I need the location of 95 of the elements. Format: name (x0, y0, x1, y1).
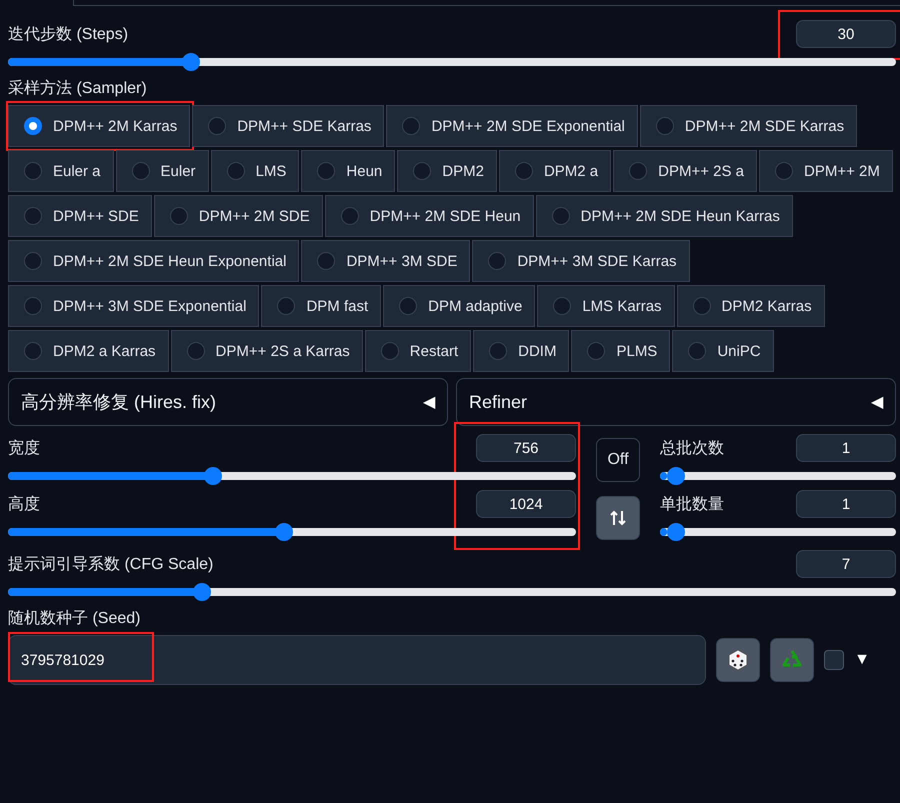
swap-icon (610, 509, 626, 527)
sampler-option[interactable]: DPM++ 2M SDE (154, 195, 323, 237)
sampler-option[interactable]: DPM2 (397, 150, 497, 192)
radio-icon (514, 162, 533, 180)
radio-icon (24, 207, 42, 225)
slider-handle[interactable] (193, 583, 212, 601)
batch-label: 总批次数 (660, 438, 724, 458)
sampler-option[interactable]: PLMS (571, 330, 670, 372)
sampler-option[interactable]: DPM2 a Karras (8, 330, 169, 372)
radio-icon (317, 162, 336, 180)
sampler-option[interactable]: DPM++ 2S a (613, 150, 758, 192)
radio-icon (24, 117, 42, 135)
radio-icon (629, 162, 648, 180)
steps-field[interactable]: 30 (796, 20, 896, 48)
off-button[interactable]: Off (596, 438, 640, 482)
extra-checkbox[interactable] (824, 650, 844, 670)
slider-handle[interactable] (666, 523, 685, 541)
swap-button[interactable] (596, 496, 640, 540)
accordion-toggle: ◀ (871, 392, 883, 412)
sampler-option[interactable]: DPM++ 2M (759, 150, 893, 192)
height-label: 高度 (8, 494, 40, 514)
radio-icon (656, 117, 674, 135)
radio-icon (208, 117, 226, 135)
radio-icon (317, 252, 336, 270)
sampler-option[interactable]: LMS (210, 150, 300, 192)
radio-icon (226, 162, 245, 180)
accordion-title: 高分辨率修复 (Hires. fix) (21, 391, 216, 414)
width-field[interactable]: 756 (476, 434, 576, 462)
random-seed-button[interactable] (716, 638, 760, 682)
width-label: 宽度 (8, 438, 40, 458)
sampler-option[interactable]: Euler a (8, 150, 114, 192)
sampler-option[interactable]: UniPC (672, 330, 774, 372)
accordion-toggle: ◀ (423, 392, 435, 412)
radio-icon (24, 297, 42, 315)
dice-icon (726, 648, 750, 672)
sampler-option[interactable]: Heun (301, 150, 396, 192)
cfg-field[interactable]: 7 (796, 550, 896, 578)
sampler-option[interactable]: DPM++ 3M SDE Karras (472, 240, 690, 282)
sampler-option[interactable]: DPM++ 2M Karras (8, 105, 190, 147)
sampler-option[interactable]: DPM++ 2M SDE Heun Exponential (8, 240, 300, 282)
height-field[interactable]: 1024 (476, 490, 576, 518)
batch-field[interactable]: 1 (796, 490, 896, 518)
sampler-option[interactable]: DPM2 a (498, 150, 612, 192)
radio-icon (413, 162, 432, 180)
sampler-option[interactable]: DPM++ 2M SDE Heun (324, 195, 534, 237)
radio-icon (488, 252, 506, 270)
slider-handle[interactable] (666, 467, 685, 485)
sampler-option[interactable]: Euler (116, 150, 209, 192)
sampler-option[interactable]: DPM++ SDE Karras (192, 105, 384, 147)
sampler-option[interactable]: DPM++ 2M SDE Heun Karras (536, 195, 793, 237)
reuse-seed-button[interactable] (770, 638, 814, 682)
radio-icon (24, 342, 42, 360)
extra-toggle[interactable]: ▼ (854, 651, 870, 669)
sampler-option[interactable]: DPM++ 2M SDE Exponential (386, 105, 638, 147)
radio-icon (186, 342, 205, 360)
accordion-title: Refiner (469, 392, 528, 412)
sampler-option[interactable]: DPM2 Karras (676, 285, 825, 327)
radio-icon (489, 342, 508, 360)
radio-icon (170, 207, 188, 225)
sampler-option[interactable]: DPM++ 2M SDE Karras (640, 105, 858, 147)
seed-field[interactable]: 3795781029 (8, 635, 706, 685)
seed-label: 随机数种子 (Seed) (8, 608, 142, 629)
radio-icon (132, 162, 150, 180)
radio-icon (24, 252, 42, 270)
radio-icon (277, 297, 296, 315)
radio-icon (553, 297, 572, 315)
sampler-option[interactable]: Restart (364, 330, 472, 372)
accordion-header[interactable]: Refiner ◀ (456, 378, 896, 426)
radio-icon (775, 162, 794, 180)
radio-icon (402, 117, 420, 135)
slider-handle[interactable] (204, 467, 222, 485)
accordion-header[interactable]: 高分辨率修复 (Hires. fix) ◀ (8, 378, 448, 426)
batch-label: 单批数量 (660, 494, 724, 514)
cfg-label: 提示词引导系数 (CFG Scale) (8, 554, 214, 574)
radio-icon (340, 207, 359, 225)
sampler-option[interactable]: DPM++ 3M SDE Exponential (8, 285, 260, 327)
sampler-option[interactable]: DPM++ 3M SDE (301, 240, 470, 282)
sampler-option[interactable]: DPM++ 2S a Karras (170, 330, 363, 372)
radio-icon (692, 297, 711, 315)
sampler-option[interactable]: DDIM (473, 330, 570, 372)
steps-label: 迭代步数 (Steps) (8, 24, 128, 44)
slider-handle[interactable] (275, 523, 294, 541)
radio-icon (552, 207, 570, 225)
radio-icon (688, 342, 706, 360)
sampler-option[interactable]: DPM adaptive (383, 285, 536, 327)
sampler-option[interactable]: DPM++ SDE (8, 195, 152, 237)
sampler-option[interactable]: LMS Karras (537, 285, 675, 327)
radio-icon (399, 297, 418, 315)
slider-handle[interactable] (182, 53, 200, 71)
radio-icon (587, 342, 606, 360)
sampler-label: 采样方法 (Sampler) (8, 78, 148, 99)
sampler-option[interactable]: DPM fast (261, 285, 382, 327)
radio-icon (380, 342, 399, 360)
batch-field[interactable]: 1 (796, 434, 896, 462)
radio-icon (24, 162, 42, 180)
